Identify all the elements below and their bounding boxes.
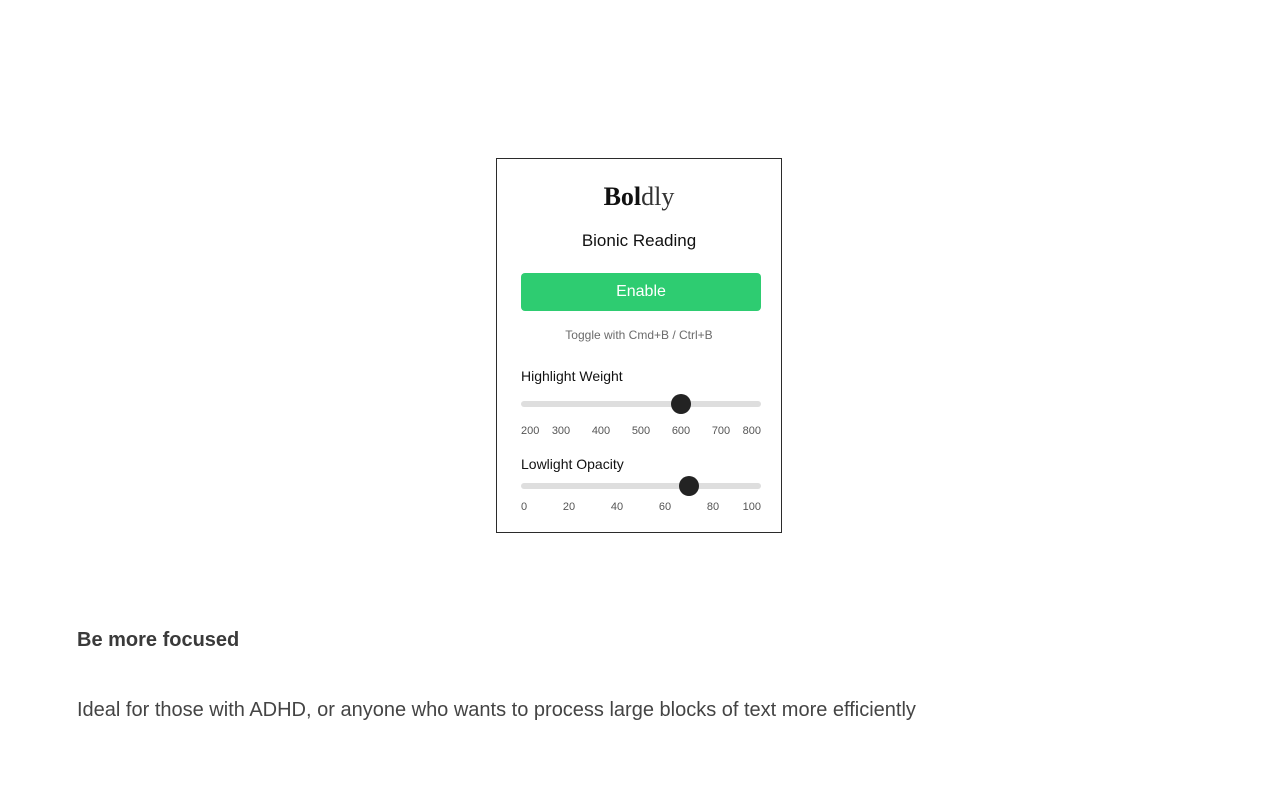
highlight-weight-tick: 300 xyxy=(551,425,571,437)
lowlight-opacity-ticks: 0 20 40 60 80 100 xyxy=(521,500,761,514)
lowlight-opacity-slider[interactable] xyxy=(521,476,761,496)
lowlight-opacity-tick: 100 xyxy=(742,501,761,513)
lowlight-opacity-tick: 60 xyxy=(658,501,672,513)
popup-subtitle: Bionic Reading xyxy=(581,231,697,250)
highlight-weight-tick: 200 xyxy=(521,425,540,437)
lowlight-opacity-tick: 40 xyxy=(610,501,624,513)
highlight-weight-tick: 800 xyxy=(742,425,761,437)
lowlight-opacity-thumb[interactable] xyxy=(679,476,699,496)
highlight-weight-thumb[interactable] xyxy=(671,394,691,414)
feature-description: Ideal for those with ADHD, or anyone who… xyxy=(77,699,916,721)
highlight-weight-slider[interactable] xyxy=(521,394,761,414)
highlight-weight-tick: 500 xyxy=(631,425,651,437)
highlight-weight-tick: 700 xyxy=(711,425,731,437)
highlight-weight-tick: 400 xyxy=(591,425,611,437)
enable-button[interactable]: Enable xyxy=(521,273,761,311)
lowlight-opacity-tick: 80 xyxy=(706,501,720,513)
highlight-weight-tick: 600 xyxy=(671,425,691,437)
lowlight-opacity-tick: 20 xyxy=(562,501,576,513)
feature-title: Be more focused xyxy=(77,629,240,651)
logo-bold-part: Bol xyxy=(603,182,642,211)
highlight-weight-label: Highlight Weight xyxy=(521,368,623,384)
extension-popup: Boldly Bionic Reading Enable Toggle with… xyxy=(496,158,782,533)
lowlight-opacity-tick: 0 xyxy=(521,501,528,513)
logo-light-part: dly xyxy=(641,182,675,211)
highlight-weight-ticks: 200 300 400 500 600 700 800 xyxy=(521,424,761,438)
shortcut-hint: Toggle with Cmd+B / Ctrl+B xyxy=(565,328,713,342)
lowlight-opacity-label: Lowlight Opacity xyxy=(521,456,624,472)
boldly-logo: Boldly xyxy=(497,181,781,213)
